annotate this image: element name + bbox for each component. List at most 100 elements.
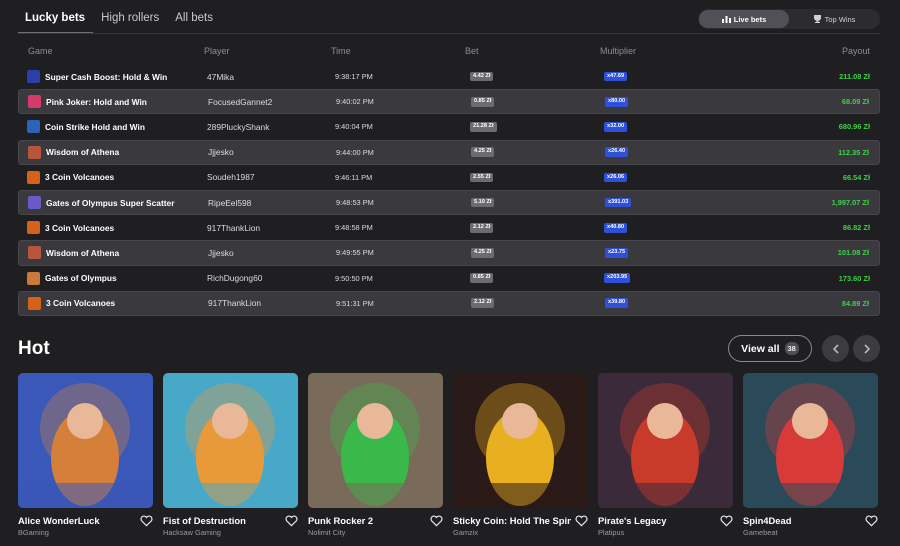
bet-time: 9:49:55 PM — [336, 248, 374, 258]
game-card-title: Sticky Coin: Hold The Spin — [453, 515, 571, 526]
heart-icon[interactable] — [720, 515, 733, 527]
table-row[interactable]: Gates of Olympus RichDugong60 9:50:50 PM… — [18, 266, 880, 291]
table-row[interactable]: Pink Joker: Hold and Win FocusedGannet2 … — [18, 89, 880, 115]
game-card[interactable]: Sticky Coin: Hold The Spin Gamzix — [453, 373, 588, 537]
game-card[interactable]: Punk Rocker 2 Nolimit City — [308, 373, 443, 537]
multiplier-badge: x26.40 — [605, 147, 629, 157]
game-cell[interactable]: Pink Joker: Hold and Win — [28, 90, 147, 113]
tab-high-rollers[interactable]: High rollers — [93, 6, 167, 34]
game-thumbnail-icon — [28, 95, 41, 109]
next-arrow-icon[interactable] — [853, 335, 880, 362]
player-name: RichDugong60 — [207, 273, 263, 284]
payout-amount: 112.35 Zł — [838, 147, 869, 157]
heart-icon[interactable] — [285, 515, 298, 527]
game-name: Wisdom of Athena — [46, 247, 120, 258]
game-thumbnail-icon — [28, 246, 41, 260]
bet-time: 9:48:58 PM — [335, 223, 373, 233]
game-thumbnail[interactable] — [743, 373, 878, 508]
game-cell[interactable]: Wisdom of Athena — [28, 241, 119, 264]
game-name: Wisdom of Athena — [46, 147, 120, 158]
player-name: Soudeh1987 — [207, 172, 255, 183]
table-row[interactable]: 3 Coin Volcanoes Soudeh1987 9:46:11 PM 2… — [18, 165, 880, 190]
game-cell[interactable]: 3 Coin Volcanoes — [28, 292, 115, 315]
col-multiplier: Multiplier — [600, 46, 637, 56]
game-cell[interactable]: Coin Strike Hold and Win — [27, 114, 145, 139]
hot-section-title: Hot — [18, 338, 50, 359]
bet-amount: 0.85 Zł — [470, 273, 494, 283]
bet-time: 9:50:50 PM — [335, 273, 373, 283]
table-row[interactable]: 3 Coin Volcanoes 917ThankLion 9:48:58 PM… — [18, 215, 880, 240]
game-thumbnail[interactable] — [598, 373, 733, 508]
bet-time: 9:46:11 PM — [335, 172, 373, 182]
payout-amount: 66.54 Zł — [842, 172, 870, 182]
bet-amount: 4.25 Zł — [471, 147, 495, 157]
player-name: 47Mika — [207, 71, 234, 82]
multiplier-badge: x26.06 — [604, 172, 628, 183]
game-cell[interactable]: Wisdom of Athena — [28, 141, 119, 164]
table-row[interactable]: Coin Strike Hold and Win 289PluckyShank … — [18, 114, 880, 139]
bet-amount: 4.42 Zł — [470, 71, 494, 82]
col-time: Time — [331, 46, 351, 56]
table-header: Game Player Time Bet Multiplier Payout — [18, 45, 880, 59]
heart-icon[interactable] — [865, 515, 878, 527]
game-name: 3 Coin Volcanoes — [46, 298, 116, 309]
top-wins-button[interactable]: Top Wins — [789, 10, 879, 28]
view-all-label: View all — [741, 342, 780, 355]
game-thumbnail[interactable] — [453, 373, 588, 508]
game-cell[interactable]: 3 Coin Volcanoes — [27, 215, 114, 240]
tab-lucky-bets[interactable]: Lucky bets — [18, 6, 94, 34]
game-name: Super Cash Boost: Hold & Win — [45, 71, 168, 82]
game-card[interactable]: Alice WonderLuck BGaming — [18, 373, 153, 537]
multiplier-badge: x23.75 — [605, 248, 629, 258]
table-row[interactable]: 3 Coin Volcanoes 917ThankLion 9:51:31 PM… — [18, 290, 880, 316]
heart-icon[interactable] — [430, 515, 443, 527]
live-bets-button[interactable]: Live bets — [699, 10, 789, 28]
prev-arrow-icon[interactable] — [822, 335, 849, 362]
game-thumbnail[interactable] — [18, 373, 153, 508]
payout-amount: 101.08 Zł — [837, 248, 869, 258]
table-row[interactable]: Wisdom of Athena Jjjesko 9:44:00 PM 4.25… — [18, 139, 880, 165]
table-row[interactable]: Wisdom of Athena Jjjesko 9:49:55 PM 4.25… — [18, 240, 880, 266]
game-name: Coin Strike Hold and Win — [45, 121, 145, 132]
multiplier-badge: x391.03 — [605, 197, 632, 208]
game-thumbnail[interactable] — [163, 373, 298, 508]
game-cell[interactable]: Super Cash Boost: Hold & Win — [27, 64, 167, 89]
col-player: Player — [204, 46, 230, 56]
bets-toggle: Live bets Top Wins — [698, 9, 880, 29]
game-thumbnail[interactable] — [308, 373, 443, 508]
game-card[interactable]: Spin4Dead Gamebeat — [743, 373, 878, 537]
game-cell[interactable]: Gates of Olympus Super Scatter — [28, 191, 174, 214]
bet-amount: 2.55 Zł — [470, 172, 494, 183]
live-bets-label: Live bets — [733, 14, 767, 24]
payout-amount: 68.09 Zł — [841, 97, 869, 107]
view-all-button[interactable]: View all 38 — [728, 335, 812, 362]
heart-icon[interactable] — [140, 515, 153, 527]
game-card[interactable]: Fist of Destruction Hacksaw Gaming — [163, 373, 298, 537]
payout-amount: 86.82 Zł — [842, 223, 870, 233]
bet-time: 9:40:04 PM — [335, 122, 373, 132]
game-cell[interactable]: Gates of Olympus — [27, 266, 117, 291]
tabs-divider — [18, 33, 880, 34]
game-thumbnail-icon — [27, 271, 40, 285]
game-card-provider: Gamebeat — [743, 528, 778, 537]
table-row[interactable]: Gates of Olympus Super Scatter RipeEel59… — [18, 189, 880, 216]
trophy-icon — [813, 15, 821, 23]
game-card-provider: Platipus — [598, 528, 625, 537]
player-name: Jjjesko — [208, 247, 234, 258]
heart-icon[interactable] — [575, 515, 588, 527]
game-card-provider: Nolimit City — [308, 528, 346, 537]
table-row[interactable]: Super Cash Boost: Hold & Win 47Mika 9:38… — [18, 64, 880, 89]
bet-time: 9:44:00 PM — [336, 147, 374, 157]
game-cell[interactable]: 3 Coin Volcanoes — [27, 165, 114, 190]
player-name: RipeEel598 — [208, 197, 252, 208]
tab-all-bets[interactable]: All bets — [167, 6, 221, 34]
game-card-title: Pirate's Legacy — [598, 515, 667, 526]
col-bet: Bet — [465, 46, 479, 56]
bet-time: 9:48:53 PM — [336, 198, 374, 208]
game-card[interactable]: Pirate's Legacy Platipus — [598, 373, 733, 537]
bet-amount: 2.12 Zł — [470, 222, 494, 233]
game-thumbnail-icon — [27, 70, 40, 84]
payout-amount: 1,997.07 Zł — [831, 198, 869, 208]
multiplier-badge: x47.69 — [604, 71, 628, 82]
hot-games-carousel: Alice WonderLuck BGaming Fist of Destruc… — [18, 373, 878, 537]
